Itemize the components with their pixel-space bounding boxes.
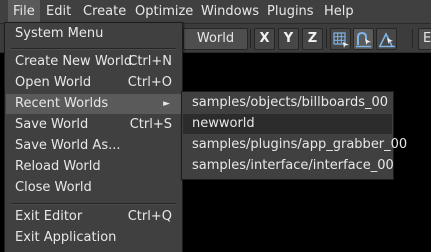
menu-item-recent-worlds[interactable]: Recent Worlds ► bbox=[6, 94, 181, 114]
file-menu: System Menu Create New World Ctrl+N Open… bbox=[4, 22, 183, 252]
recent-world-label: samples/interface/interface_00 bbox=[192, 158, 394, 173]
submenu-arrow-icon: ► bbox=[163, 99, 170, 109]
recent-world-label: newworld bbox=[192, 116, 255, 131]
menu-item-label: Close World bbox=[15, 180, 92, 195]
recent-world-label: samples/plugins/app_grabber_00 bbox=[192, 137, 408, 152]
menu-item-close-world[interactable]: Close World bbox=[6, 178, 181, 198]
menu-item-shortcut: Ctrl+S bbox=[129, 117, 172, 132]
menu-item-label: Open World bbox=[15, 75, 92, 90]
menu-item-open-world[interactable]: Open World Ctrl+O bbox=[6, 73, 181, 93]
menu-optimize[interactable]: Optimize bbox=[130, 0, 198, 23]
menu-item-label: Recent Worlds bbox=[15, 96, 109, 111]
recent-world-item[interactable]: newworld bbox=[183, 114, 392, 134]
menu-file[interactable]: File bbox=[8, 0, 40, 23]
menu-create[interactable]: Create bbox=[78, 0, 131, 23]
menu-windows[interactable]: Windows bbox=[196, 0, 264, 23]
recent-world-item[interactable]: samples/objects/billboards_00 bbox=[183, 93, 392, 113]
menu-item-shortcut: Ctrl+Q bbox=[127, 209, 172, 224]
menu-separator bbox=[11, 48, 176, 50]
menu-item-save-world-as[interactable]: Save World As... bbox=[6, 136, 181, 156]
toolbar-edge-button[interactable]: E bbox=[418, 28, 431, 50]
menu-item-label: Exit Editor bbox=[15, 209, 83, 224]
menu-item-label: System Menu bbox=[15, 26, 104, 41]
menu-item-label: Save World As... bbox=[15, 138, 121, 153]
axis-y-button[interactable]: Y bbox=[278, 28, 299, 50]
menu-item-label: Save World bbox=[15, 117, 89, 132]
menu-separator bbox=[11, 203, 176, 205]
menu-plugins[interactable]: Plugins bbox=[262, 0, 319, 23]
surface-snap-icon bbox=[379, 32, 395, 48]
recent-world-label: samples/objects/billboards_00 bbox=[192, 95, 389, 110]
menu-item-create-new-world[interactable]: Create New World Ctrl+N bbox=[6, 52, 181, 72]
menu-item-save-world[interactable]: Save World Ctrl+S bbox=[6, 115, 181, 135]
recent-world-item[interactable]: samples/interface/interface_00 bbox=[183, 156, 394, 176]
grid-snap-button[interactable] bbox=[330, 28, 351, 50]
menu-bar: File Edit Create Optimize Windows Plugin… bbox=[0, 0, 431, 24]
menu-item-exit-application[interactable]: Exit Application bbox=[6, 228, 181, 248]
magnet-snap-button[interactable] bbox=[353, 28, 374, 50]
menu-help[interactable]: Help bbox=[319, 0, 359, 23]
menu-edit[interactable]: Edit bbox=[41, 0, 76, 23]
menu-item-reload-world[interactable]: Reload World bbox=[6, 157, 181, 177]
menu-item-exit-editor[interactable]: Exit Editor Ctrl+Q bbox=[6, 207, 181, 227]
toolbar-separator bbox=[250, 29, 251, 48]
recent-world-item[interactable]: samples/plugins/app_grabber_00 bbox=[183, 135, 407, 155]
menu-item-label: Exit Application bbox=[15, 230, 117, 245]
menu-item-label: Create New World bbox=[15, 54, 133, 69]
menu-item-shortcut: Ctrl+N bbox=[128, 54, 172, 69]
menu-item-shortcut: Ctrl+O bbox=[127, 75, 172, 90]
menu-item-label: Reload World bbox=[15, 159, 101, 174]
surface-snap-button[interactable] bbox=[376, 28, 397, 50]
menu-item-system-menu[interactable]: System Menu bbox=[6, 24, 181, 44]
recent-worlds-submenu: samples/objects/billboards_00 newworld s… bbox=[181, 91, 407, 180]
world-space-button[interactable]: World bbox=[183, 28, 248, 50]
axis-x-button[interactable]: X bbox=[254, 28, 275, 50]
toolbar-separator bbox=[326, 29, 327, 48]
grid-snap-icon bbox=[333, 32, 349, 48]
magnet-snap-icon bbox=[356, 31, 371, 48]
axis-z-button[interactable]: Z bbox=[302, 28, 323, 50]
toolbar-separator bbox=[412, 29, 413, 48]
